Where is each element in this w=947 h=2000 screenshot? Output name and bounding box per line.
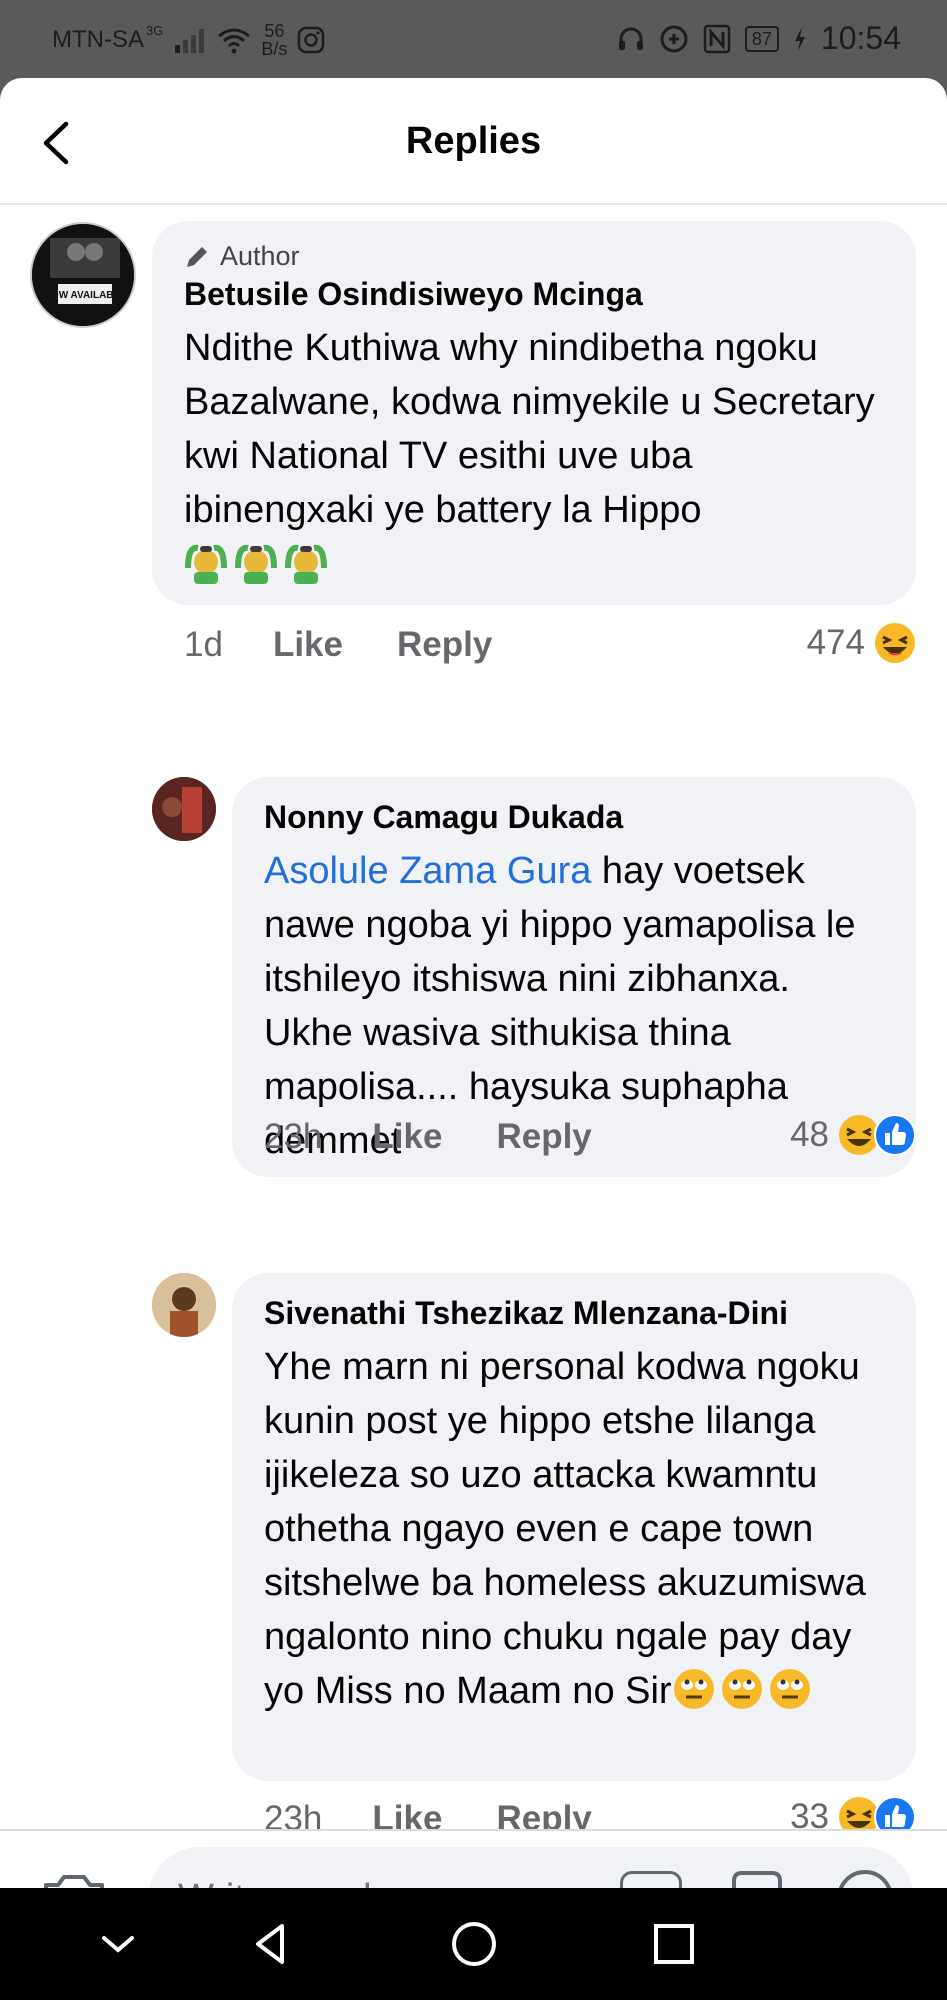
comment-author-name[interactable]: Nonny Camagu Dukada <box>264 799 884 836</box>
back-triangle-icon[interactable] <box>246 1918 298 1970</box>
reaction-count: 33 <box>790 1797 829 1829</box>
header: Replies <box>0 78 947 205</box>
reaction-summary[interactable]: 474 <box>807 621 917 665</box>
like-button[interactable]: Like <box>372 1799 442 1829</box>
speed-value: 56 <box>264 21 285 41</box>
avatar-image <box>152 1273 216 1337</box>
author-badge: Author <box>184 241 884 272</box>
status-bar: MTN-SA 3G 56 B/s 87 10:54 <box>0 0 947 80</box>
home-circle-icon[interactable] <box>448 1918 500 1970</box>
headphones-icon <box>618 27 643 50</box>
carrier-name: MTN-SA <box>52 26 144 53</box>
like-reaction-icon <box>874 1796 916 1829</box>
wifi-icon <box>218 28 251 54</box>
face-with-rolling-eyes-icon <box>721 1669 762 1709</box>
avatar[interactable] <box>152 1273 216 1337</box>
reply-composer: GIF <box>0 1829 947 1888</box>
reply-field-container[interactable]: GIF <box>148 1847 914 1888</box>
comment-actions: 23h Like Reply <box>264 1117 646 1157</box>
page-title: Replies <box>405 120 542 162</box>
like-reaction-icon <box>874 1114 916 1156</box>
face-with-rolling-eyes-icon <box>769 1669 810 1709</box>
comment-body: hay voetsek nawe ngoba yi hippo yamapoli… <box>264 850 856 1162</box>
like-button[interactable]: Like <box>273 625 343 665</box>
avatar[interactable] <box>152 777 216 841</box>
reply-button[interactable]: Reply <box>397 625 492 665</box>
reaction-count: 474 <box>806 623 865 662</box>
battery-level: 87 <box>744 25 779 52</box>
signal-icon <box>175 29 205 53</box>
man-gesturing-ok-icon <box>235 544 277 584</box>
comment-text: Ndithe Kuthiwa why nindibetha ngoku Baza… <box>184 321 884 591</box>
haha-reaction-icon <box>875 623 915 663</box>
comment-author-name[interactable]: Betusile Osindisiweyo Mcinga <box>184 276 884 313</box>
author-tag-label: Author <box>220 241 300 271</box>
reaction-summary[interactable]: 48 <box>790 1113 917 1157</box>
instagram-icon <box>298 26 325 54</box>
comment-time: 1d <box>184 625 223 664</box>
recents-square-icon[interactable] <box>648 1918 700 1970</box>
reaction-count: 48 <box>790 1115 829 1154</box>
network-speed: 56 B/s <box>261 22 287 58</box>
comment-body: Yhe marn ni personal kodwa ngoku kunin p… <box>264 1346 866 1712</box>
comment-bubble[interactable]: Sivenathi Tshezikaz Mlenzana-Dini Yhe ma… <box>232 1273 916 1781</box>
like-button[interactable]: Like <box>372 1117 442 1157</box>
camera-icon[interactable] <box>40 1869 108 1888</box>
avatar[interactable]: NOW AVAILABLE <box>30 222 136 328</box>
gif-button[interactable]: GIF <box>620 1871 682 1888</box>
chevron-down-icon[interactable] <box>92 1918 144 1970</box>
reaction-summary[interactable]: 33 <box>790 1795 917 1829</box>
comment-actions: 1d Like Reply <box>184 625 546 665</box>
system-nav-bar <box>0 1888 947 2000</box>
replies-list[interactable]: NOW AVAILABLE Author Betusile Osindisiwe… <box>0 207 947 1829</box>
data-saver-icon <box>660 25 688 52</box>
comment-time: 23h <box>264 1799 323 1829</box>
comment-author-name[interactable]: Sivenathi Tshezikaz Mlenzana-Dini <box>264 1295 884 1332</box>
comment-body: Ndithe Kuthiwa why nindibetha ngoku Baza… <box>184 327 875 531</box>
comment-time: 23h <box>264 1117 323 1156</box>
pencil-icon <box>187 246 207 267</box>
replies-sheet: Replies NOW AVAILABLE Author Betusile Os… <box>0 78 947 1888</box>
face-with-rolling-eyes-icon <box>673 1669 714 1709</box>
status-right: 87 10:54 <box>617 20 901 57</box>
comment-text: Yhe marn ni personal kodwa ngoku kunin p… <box>264 1340 884 1718</box>
avatar-image: NOW AVAILABLE <box>32 224 134 326</box>
charging-icon <box>794 26 805 51</box>
man-gesturing-ok-icon <box>185 544 227 584</box>
network-type: 3G <box>146 22 164 38</box>
comment-bubble[interactable]: Author Betusile Osindisiweyo Mcinga Ndit… <box>152 221 916 605</box>
speed-unit: B/s <box>261 39 288 59</box>
status-left: MTN-SA 3G 56 B/s <box>52 22 325 58</box>
reply-button[interactable]: Reply <box>496 1799 591 1829</box>
reply-button[interactable]: Reply <box>496 1117 591 1157</box>
avatar-image <box>152 777 216 841</box>
emoji-icon[interactable] <box>834 1867 896 1888</box>
nfc-icon <box>703 24 731 53</box>
mention-link[interactable]: Asolule Zama Gura <box>264 850 591 892</box>
sticker-icon[interactable] <box>726 1867 788 1888</box>
man-gesturing-ok-icon <box>285 544 327 584</box>
clock: 10:54 <box>820 20 901 56</box>
comment-actions: 23h Like Reply <box>264 1799 646 1829</box>
avatar-caption: NOW AVAILABLE <box>44 290 127 301</box>
reply-input[interactable] <box>178 1877 578 1888</box>
